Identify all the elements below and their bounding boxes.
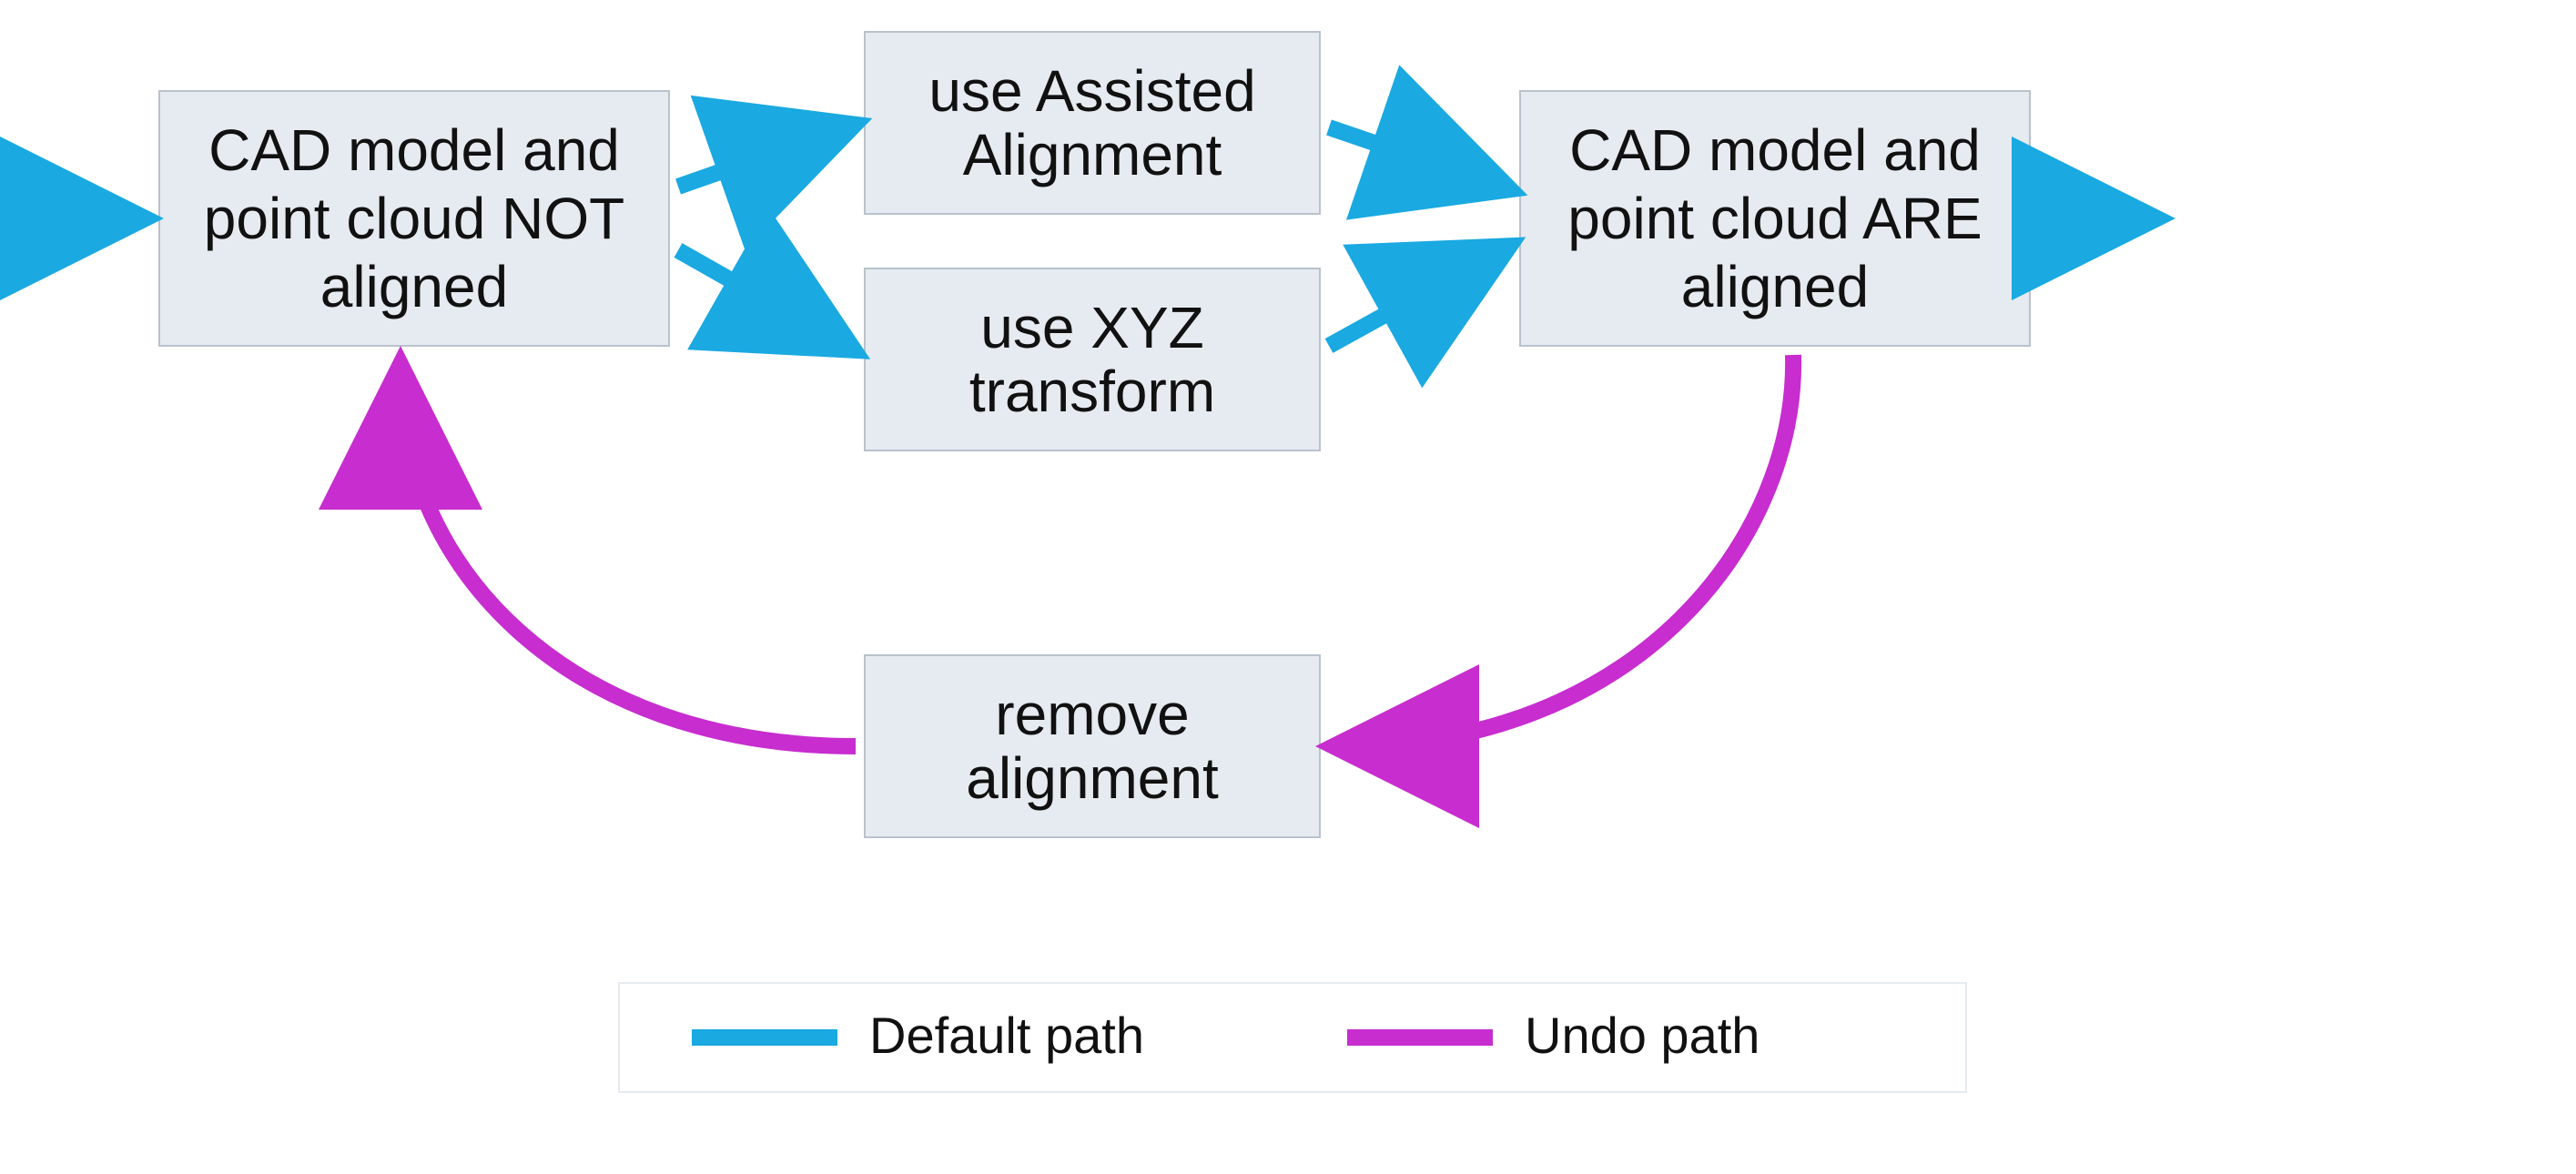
node-are-aligned-line2: point cloud ARE	[1567, 186, 1982, 251]
flow-diagram: CAD model and point cloud NOT aligned us…	[0, 0, 2576, 1174]
node-xyz-transform: use XYZ transform	[865, 268, 1320, 450]
node-xyz-line2: transform	[969, 359, 1215, 424]
legend-default-label: Default path	[869, 1007, 1144, 1064]
node-xyz-line1: use XYZ	[980, 295, 1203, 360]
node-not-aligned-line2: point cloud NOT	[204, 186, 624, 251]
legend-undo-label: Undo path	[1525, 1007, 1760, 1064]
arrow-to-xyz	[678, 250, 847, 346]
node-remove-line2: alignment	[966, 745, 1219, 811]
arrow-remove-to-notaligned	[401, 373, 856, 746]
arrow-aligned-to-remove	[1343, 355, 1793, 746]
node-not-aligned-line3: aligned	[320, 254, 508, 319]
node-assisted-line1: use Assisted	[928, 58, 1255, 124]
node-are-aligned-line3: aligned	[1681, 254, 1869, 319]
node-remove-line1: remove	[995, 682, 1189, 747]
node-remove-alignment: remove alignment	[865, 655, 1320, 837]
node-not-aligned: CAD model and point cloud NOT aligned	[159, 91, 669, 346]
arrow-assisted-to-aligned	[1329, 127, 1502, 187]
arrow-xyz-to-aligned	[1329, 250, 1502, 346]
node-are-aligned-line1: CAD model and	[1569, 117, 1981, 183]
node-assisted-alignment: use Assisted Alignment	[865, 32, 1320, 214]
legend: Default path Undo path	[619, 983, 1966, 1092]
node-assisted-line2: Alignment	[963, 122, 1222, 187]
node-are-aligned: CAD model and point cloud ARE aligned	[1520, 91, 2030, 346]
node-not-aligned-line1: CAD model and	[208, 117, 620, 183]
arrow-to-assisted	[678, 127, 847, 187]
